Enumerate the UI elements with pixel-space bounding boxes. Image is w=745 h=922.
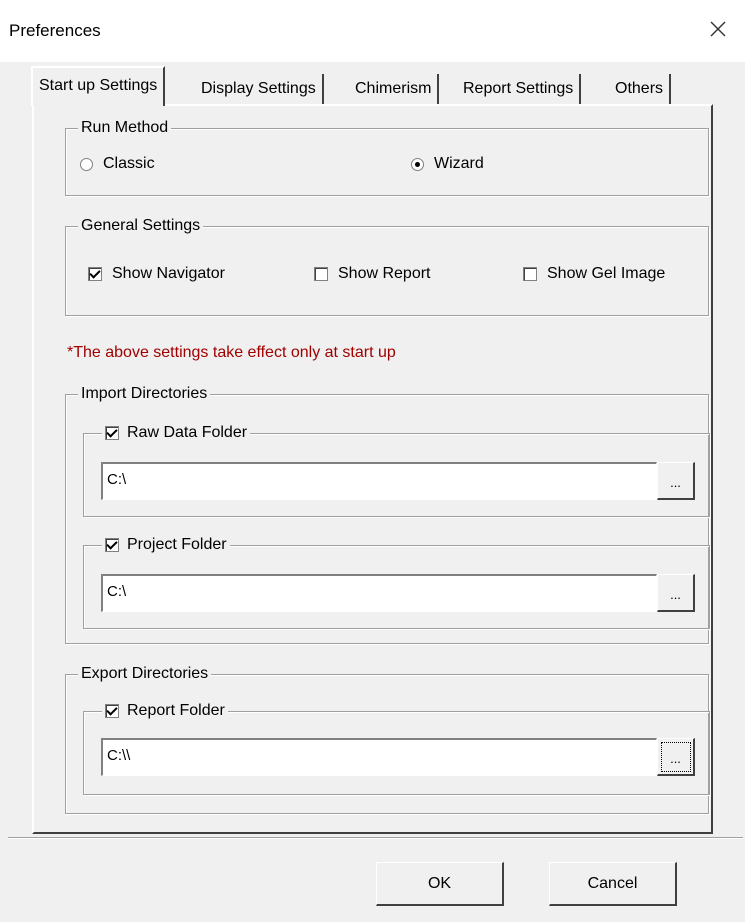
import-directories-legend: Import Directories [78,384,211,404]
checkbox-show-report[interactable]: Show Report [314,265,431,283]
checkbox-show-navigator[interactable]: Show Navigator [88,265,225,283]
cancel-button[interactable]: Cancel [549,862,677,906]
title-bar: Preferences [0,0,745,62]
show-gel-image-checkbox[interactable] [523,267,537,281]
tab-display-settings[interactable]: Display Settings [195,74,324,104]
project-folder-browse-button[interactable]: ... [657,574,695,612]
radio-classic[interactable]: Classic [80,155,155,173]
show-gel-image-label: Show Gel Image [547,265,666,282]
report-folder-label: Report Folder [127,702,225,719]
ok-button[interactable]: OK [376,862,504,906]
show-report-label: Show Report [338,265,431,282]
general-settings-legend: General Settings [78,216,204,236]
checkbox-show-gel-image[interactable]: Show Gel Image [523,265,665,283]
run-method-legend: Run Method [78,118,172,138]
window-title: Preferences [9,21,101,40]
raw-data-folder-checkbox[interactable] [105,426,119,440]
report-folder-path-input[interactable]: C:\\ [101,738,657,776]
project-folder-checkbox[interactable] [105,538,119,552]
project-folder-legend[interactable]: Project Folder [102,535,230,555]
tab-others[interactable]: Others [609,74,672,104]
show-navigator-checkbox[interactable] [88,267,102,281]
general-settings-group: General Settings Show Navigator Show Rep… [65,216,709,316]
export-directories-legend: Export Directories [78,664,212,684]
radio-classic-label: Classic [103,155,155,172]
project-folder-group: Project Folder C:\ ... [83,535,710,629]
report-folder-checkbox[interactable] [105,704,119,718]
close-icon [710,21,726,37]
report-folder-legend[interactable]: Report Folder [102,701,228,721]
report-folder-group: Report Folder C:\\ ... [83,701,710,795]
raw-data-folder-group: Raw Data Folder C:\ ... [83,423,710,517]
raw-data-folder-path-input[interactable]: C:\ [101,462,657,500]
export-directories-group: Export Directories Report Folder C:\\ ..… [65,664,710,814]
raw-data-folder-label: Raw Data Folder [127,424,248,441]
radio-wizard-label: Wizard [434,155,484,172]
project-folder-path-input[interactable]: C:\ [101,574,657,612]
project-folder-label: Project Folder [127,536,227,553]
run-method-group: Run Method Classic Wizard [65,118,709,196]
dialog-separator [8,837,743,839]
tab-chimerism[interactable]: Chimerism [349,74,440,104]
radio-wizard-indicator[interactable] [411,157,424,171]
raw-data-folder-browse-button[interactable]: ... [657,462,695,500]
raw-data-folder-legend[interactable]: Raw Data Folder [102,423,251,443]
show-navigator-label: Show Navigator [112,265,225,282]
startup-note: *The above settings take effect only at … [67,344,396,361]
radio-classic-indicator[interactable] [80,157,93,171]
import-directories-group: Import Directories Raw Data Folder C:\ .… [65,384,710,644]
tab-report-settings[interactable]: Report Settings [457,74,582,104]
report-folder-browse-button[interactable]: ... [657,738,695,776]
tab-start-up-settings[interactable]: Start up Settings [31,66,166,106]
radio-wizard[interactable]: Wizard [411,155,484,173]
show-report-checkbox[interactable] [314,267,328,281]
close-button[interactable] [703,14,733,44]
